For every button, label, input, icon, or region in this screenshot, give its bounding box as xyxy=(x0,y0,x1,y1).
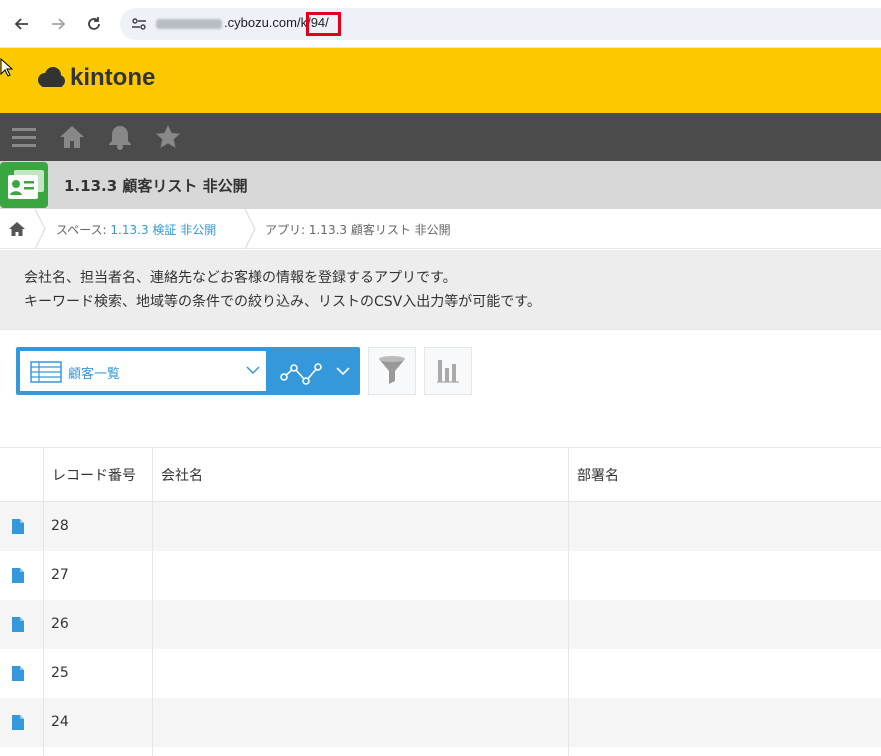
cell-company-name xyxy=(152,747,568,756)
url-highlight-box xyxy=(306,12,341,36)
back-arrow-icon[interactable] xyxy=(8,10,36,38)
record-number: 27 xyxy=(51,567,69,583)
table-row xyxy=(0,747,881,756)
kintone-cloud-logo-icon[interactable] xyxy=(36,66,66,92)
table-view-icon xyxy=(30,361,62,383)
breadcrumb-app: アプリ: 1.13.3 顧客リスト 非公開 xyxy=(265,223,451,237)
reload-icon[interactable] xyxy=(80,10,108,38)
kintone-logo-text[interactable]: kintone xyxy=(70,64,155,92)
mouse-cursor-icon xyxy=(0,58,14,77)
header-label: レコード番号 xyxy=(52,468,136,484)
view-dropdown[interactable]: 顧客一覧 xyxy=(20,351,266,391)
global-navigation xyxy=(0,113,881,161)
app-title-bar: 1.13.3 顧客リスト 非公開 xyxy=(0,161,881,209)
funnel-icon xyxy=(379,356,405,384)
graph-dropdown-button[interactable] xyxy=(274,351,360,391)
cell-department-name xyxy=(568,649,881,698)
view-selector: 顧客一覧 xyxy=(16,347,360,395)
cell-department-name xyxy=(568,551,881,600)
address-bar[interactable]: .cybozu.com/k/94/ xyxy=(120,8,881,40)
breadcrumb-space[interactable]: スペース: 1.13.3 検証 非公開 xyxy=(56,221,216,238)
record-detail-icon[interactable] xyxy=(12,666,24,681)
breadcrumb: スペース: 1.13.3 検証 非公開 アプリ: 1.13.3 顧客リスト 非公… xyxy=(0,209,881,249)
bell-icon[interactable] xyxy=(106,123,134,151)
site-settings-icon[interactable] xyxy=(130,15,148,33)
cell-department-name xyxy=(568,502,881,551)
app-description: 会社名、担当者名、連絡先などお客様の情報を登録するアプリです。 キーワード検索、… xyxy=(0,250,881,330)
bar-chart-icon xyxy=(437,360,459,383)
record-number: 26 xyxy=(51,616,69,632)
record-detail-icon[interactable] xyxy=(12,617,24,632)
cell-department-name xyxy=(568,747,881,756)
app-title: 1.13.3 顧客リスト 非公開 xyxy=(64,177,248,195)
breadcrumb-home-icon[interactable] xyxy=(8,221,26,237)
cell-company-name xyxy=(152,600,568,649)
description-line-2: キーワード検索、地域等の条件での絞り込み、リストのCSV入出力等が可能です。 xyxy=(24,294,541,310)
cell-company-name xyxy=(152,551,568,600)
forward-arrow-icon[interactable] xyxy=(44,10,72,38)
customer-list-app-icon[interactable] xyxy=(0,162,48,208)
filter-button[interactable] xyxy=(368,347,416,395)
record-number: 25 xyxy=(51,665,69,681)
table-row[interactable]: 27 xyxy=(0,551,881,600)
description-line-1: 会社名、担当者名、連絡先などお客様の情報を登録するアプリです。 xyxy=(24,270,457,286)
record-number: 24 xyxy=(51,714,69,730)
record-detail-icon[interactable] xyxy=(12,519,24,534)
breadcrumb-space-prefix: スペース: xyxy=(56,223,111,237)
header-company-name[interactable]: 会社名 xyxy=(152,447,568,502)
browser-toolbar: .cybozu.com/k/94/ xyxy=(0,0,881,48)
star-icon[interactable] xyxy=(154,123,182,151)
header-department-name[interactable]: 部署名 xyxy=(568,447,881,502)
header-label: 部署名 xyxy=(577,468,619,484)
graph-button[interactable] xyxy=(424,347,472,395)
table-row[interactable]: 24 xyxy=(0,698,881,747)
table-row[interactable]: 25 xyxy=(0,649,881,698)
header-record-number[interactable]: レコード番号 xyxy=(43,447,152,502)
breadcrumb-separator xyxy=(244,209,256,249)
cell-department-name xyxy=(568,600,881,649)
home-icon[interactable] xyxy=(58,123,86,151)
cell-company-name xyxy=(152,502,568,551)
selected-view-label: 顧客一覧 xyxy=(68,367,121,382)
chevron-down-icon xyxy=(246,366,260,375)
table-row[interactable]: 28 xyxy=(0,502,881,551)
breadcrumb-space-link[interactable]: 1.13.3 検証 非公開 xyxy=(110,223,216,237)
record-detail-icon[interactable] xyxy=(12,568,24,583)
blurred-subdomain xyxy=(156,19,222,29)
table-row[interactable]: 26 xyxy=(0,600,881,649)
record-detail-icon[interactable] xyxy=(12,715,24,730)
line-graph-icon xyxy=(280,363,350,385)
cell-record-number xyxy=(43,747,152,756)
header-label: 会社名 xyxy=(161,468,203,484)
cell-department-name xyxy=(568,698,881,747)
header-detail-column xyxy=(0,447,43,502)
cell-company-name xyxy=(152,698,568,747)
record-number: 28 xyxy=(51,518,69,534)
menu-icon[interactable] xyxy=(10,123,38,151)
kintone-header: kintone xyxy=(0,48,881,113)
breadcrumb-separator xyxy=(34,209,46,249)
cell-company-name xyxy=(152,649,568,698)
